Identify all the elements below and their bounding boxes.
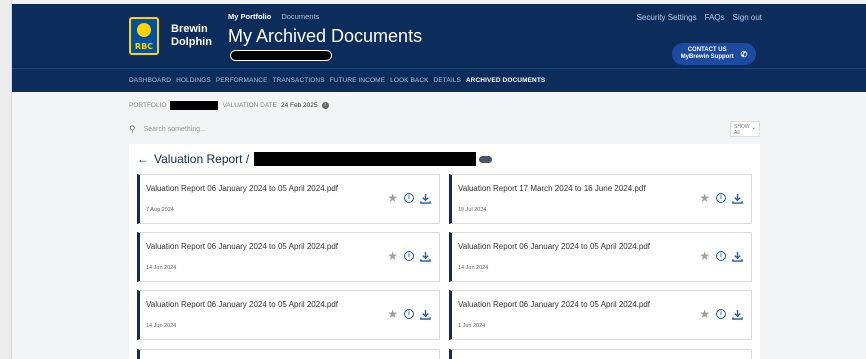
nav-holdings[interactable]: HOLDINGS [176,77,211,84]
rbc-shield-icon: RBC [129,17,159,55]
info-icon[interactable]: i [404,193,414,203]
download-icon[interactable] [732,309,743,320]
document-date: 14 Jun 2024 [146,265,177,271]
document-title[interactable]: Valuation Report 06 January 2024 to 05 A… [458,242,650,251]
nav-transactions[interactable]: TRANSACTIONS [273,77,325,84]
document-card[interactable]: Valuation Report 06 January 2024 to 05 A… [137,290,440,340]
contact-us-label: CONTACT US [687,47,727,53]
info-icon[interactable]: i [404,251,414,261]
favourite-star-icon[interactable]: ★ [699,308,710,320]
download-icon[interactable] [420,251,431,262]
document-card[interactable]: Valuation Report 06 January 2024 to 05 A… [449,290,752,340]
back-arrow-icon[interactable]: ← [137,152,149,166]
document-date: 7 Aug 2024 [146,207,174,213]
document-actions: ★ i [699,308,743,320]
page-title: My Archived Documents [228,26,423,46]
breadcrumb-label[interactable]: Valuation Report / [154,152,249,166]
phone-icon: ✆ [740,49,748,59]
brand-logo[interactable]: RBC Brewin Dolphin [129,17,212,55]
document-title[interactable]: Valuation Report 06 January 2024 to 05 A… [146,300,338,309]
document-title[interactable]: Valuation Report 06 January 2024 to 05 A… [146,242,338,251]
nav-archived-documents[interactable]: ARCHIVED DOCUMENTS [466,77,545,84]
search-bar[interactable]: ⚲ Search something... [129,124,206,135]
portfolio-label: PORTFOLIO [129,102,167,109]
favourite-star-icon[interactable]: ★ [387,192,398,204]
document-card-partial[interactable] [137,349,440,359]
document-title[interactable]: Valuation Report 17 March 2024 to 16 Jun… [458,184,646,193]
document-title[interactable]: Valuation Report 06 January 2024 to 05 A… [458,300,650,309]
main-nav: DASHBOARD HOLDINGS PERFORMANCE TRANSACTI… [12,68,866,92]
document-card[interactable]: Valuation Report 06 January 2024 to 05 A… [137,232,440,282]
document-actions: ★ i [387,308,431,320]
redacted-account-name [230,50,332,61]
nav-details[interactable]: DETAILS [434,77,461,84]
document-date: 14 Jun 2024 [458,265,489,271]
top-tabs: My Portfolio Documents [228,12,319,21]
redacted-portfolio-id [170,101,219,110]
nav-future-income[interactable]: FUTURE INCOME [330,77,385,84]
download-icon[interactable] [420,309,431,320]
document-actions: ★ i [699,250,743,262]
info-icon[interactable]: i [321,102,329,109]
sign-out-link[interactable]: Sign out [733,13,762,22]
favourite-star-icon[interactable]: ★ [387,308,398,320]
rbc-logo-text: RBC [134,42,154,51]
chevron-down-icon: ⌄ [750,125,756,131]
header: RBC Brewin Dolphin My Portfolio Document… [12,4,866,68]
contact-support-label: MyBrewin Support [680,54,734,60]
nav-look-back[interactable]: LOOK BACK [390,77,428,84]
document-title[interactable]: Valuation Report 06 January 2024 to 05 A… [146,184,338,193]
brand-name: Brewin Dolphin [171,23,212,49]
document-card-partial[interactable] [449,349,752,359]
favourite-star-icon[interactable]: ★ [699,250,710,262]
search-icon: ⚲ [129,124,136,134]
valuation-date-label: VALUATION DATE [222,102,277,109]
redacted-folder-name [254,152,477,166]
search-input[interactable]: Search something... [144,126,206,133]
document-actions: ★ i [387,250,431,262]
brand-name-line1: Brewin [171,23,208,35]
download-icon[interactable] [732,193,743,204]
download-icon[interactable] [732,251,743,262]
document-date: 1 Jun 2024 [458,323,486,329]
contact-us-button[interactable]: CONTACT US MyBrewin Support ✆ [672,43,756,65]
favourite-star-icon[interactable]: ★ [699,192,710,204]
valuation-date-value: 24 Feb 2025 [281,102,318,109]
tab-my-portfolio[interactable]: My Portfolio [228,12,271,21]
document-card[interactable]: Valuation Report 06 January 2024 to 05 A… [449,232,752,282]
info-icon[interactable]: i [716,193,726,203]
favourite-star-icon[interactable]: ★ [387,250,398,262]
brand-name-line2: Dolphin [171,36,212,48]
breadcrumb: ← Valuation Report / [137,152,493,166]
info-icon[interactable]: i [404,309,414,319]
security-settings-link[interactable]: Security Settings [637,13,697,22]
document-card[interactable]: Valuation Report 17 March 2024 to 16 Jun… [449,174,752,224]
portfolio-info: PORTFOLIO VALUATION DATE 24 Feb 2025 i [129,101,329,110]
document-actions: ★ i [699,192,743,204]
document-date: 10 Jul 2024 [458,207,487,213]
tab-documents[interactable]: Documents [281,12,319,21]
document-actions: ★ i [387,192,431,204]
show-filter-select[interactable]: SHOW All ⌄ [730,121,760,137]
app-window: RBC Brewin Dolphin My Portfolio Document… [12,4,866,359]
info-icon[interactable]: i [716,251,726,261]
nav-dashboard[interactable]: DASHBOARD [129,77,171,84]
folder-badge [479,155,493,163]
utility-links: Security Settings FAQs Sign out [637,13,762,22]
faqs-link[interactable]: FAQs [705,13,725,22]
lion-icon [137,23,151,37]
download-icon[interactable] [420,193,431,204]
info-icon[interactable]: i [716,309,726,319]
document-date: 14 Jun 2024 [146,323,177,329]
browser-frame-left [0,0,12,359]
document-card[interactable]: Valuation Report 06 January 2024 to 05 A… [137,174,440,224]
nav-performance[interactable]: PERFORMANCE [216,77,268,84]
